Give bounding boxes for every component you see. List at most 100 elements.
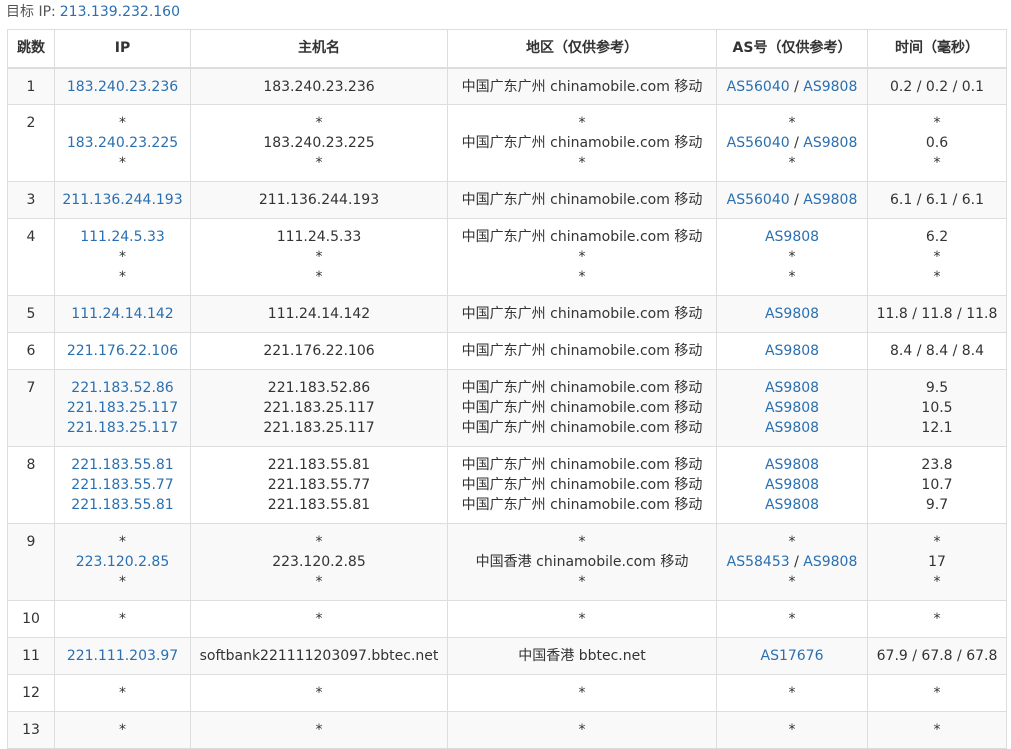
asn-link[interactable]: AS56040 — [727, 79, 790, 95]
region-text: * — [578, 249, 586, 265]
region-cell: 中国广东广州 chinamobile.com 移动 — [447, 67, 717, 105]
ip-link[interactable]: 221.183.55.81 — [55, 495, 190, 515]
asn-empty: * — [788, 155, 796, 171]
asn-link[interactable]: AS17676 — [761, 648, 824, 664]
ip-link[interactable]: 111.24.5.33 — [55, 227, 190, 247]
asn-link[interactable]: AS9808 — [803, 192, 857, 208]
time-cell: 23.8 10.7 9.7 — [867, 446, 1007, 524]
asn-line: AS56040 / AS9808 — [717, 77, 867, 97]
asn-line: * — [717, 532, 867, 552]
ip-link[interactable]: 221.111.203.97 — [55, 646, 190, 666]
asn-link[interactable]: AS9808 — [765, 306, 819, 322]
region-cell: 中国广东广州 chinamobile.com 移动 中国广东广州 chinamob… — [447, 369, 717, 447]
ip-link[interactable]: 221.183.25.117 — [55, 418, 190, 438]
asn-link[interactable]: AS9808 — [765, 229, 819, 245]
column-header-hostname: 主机名 — [190, 29, 448, 69]
time-value: 6.2 — [925, 229, 949, 245]
time-value: * — [933, 115, 941, 131]
ip-link[interactable]: 111.24.14.142 — [55, 304, 190, 324]
asn-line: AS9808 — [717, 341, 867, 361]
ip-link: * — [119, 611, 126, 627]
ip-link[interactable]: 183.240.23.236 — [55, 77, 190, 97]
region-text: 中国广东广州 chinamobile.com 移动 — [461, 380, 703, 396]
asn-link[interactable]: AS9808 — [803, 79, 857, 95]
ip-link[interactable]: 221.183.25.117 — [55, 398, 190, 418]
asn-line: * — [717, 683, 867, 703]
hop-number: 3 — [26, 192, 36, 208]
hostname-text: * — [315, 249, 323, 265]
region-cell: 中国广东广州 chinamobile.com 移动 — [447, 181, 717, 219]
column-header-time: 时间（毫秒） — [867, 29, 1007, 69]
asn-line: * — [717, 267, 867, 287]
ip-link[interactable]: 221.183.55.77 — [55, 475, 190, 495]
ip-link[interactable]: 221.183.52.86 — [55, 378, 190, 398]
ip-cell: 221.176.22.106 — [54, 332, 191, 370]
asn-link[interactable]: AS9808 — [765, 497, 819, 513]
hostname-text: * — [315, 685, 323, 701]
asn-line: AS9808 — [717, 455, 867, 475]
asn-link[interactable]: AS9808 — [765, 343, 819, 359]
asn-link[interactable]: AS9808 — [765, 380, 819, 396]
time-cell: * — [867, 674, 1007, 712]
asn-line: * — [717, 113, 867, 133]
asn-link[interactable]: AS9808 — [765, 457, 819, 473]
hostname-cell: 221.183.55.81 221.183.55.77 221.183.55.81 — [190, 446, 448, 524]
asn-line: AS9808 — [717, 398, 867, 418]
column-header-ip: IP — [54, 29, 191, 69]
asn-line: AS9808 — [717, 378, 867, 398]
region-cell: * — [447, 711, 717, 749]
ip-cell: 111.24.5.33 * * — [54, 218, 191, 296]
hostname-text: 221.183.52.86 — [267, 380, 371, 396]
asn-cell: AS9808 — [716, 332, 868, 370]
region-text: * — [578, 722, 586, 738]
target-ip-value[interactable]: 213.139.232.160 — [60, 4, 180, 20]
asn-link[interactable]: AS9808 — [765, 477, 819, 493]
hostname-cell: * — [190, 711, 448, 749]
time-value: * — [933, 611, 941, 627]
ip-link[interactable]: 221.183.55.81 — [55, 455, 190, 475]
table-row: 2 * 183.240.23.225 * * 183.240.23.225 * * 中国广东广州… — [7, 104, 1007, 182]
asn-link[interactable]: AS58453 — [727, 554, 790, 570]
hostname-text: * — [315, 155, 323, 171]
hop-cell: 11 — [7, 637, 55, 675]
column-header-asn: AS号（仅供参考） — [716, 29, 868, 69]
asn-link[interactable]: AS9808 — [803, 135, 857, 151]
asn-cell: * — [716, 711, 868, 749]
ip-link[interactable]: 183.240.23.225 — [55, 133, 190, 153]
ip-cell: 221.183.52.86 221.183.25.117 221.183.25.11… — [54, 369, 191, 447]
region-cell: * — [447, 600, 717, 638]
asn-line: AS58453 / AS9808 — [717, 552, 867, 572]
hostname-text: 221.183.55.77 — [267, 477, 371, 493]
table-row: 6 221.176.22.106 221.176.22.106 中国广东广州 chin… — [7, 332, 1007, 370]
hop-cell: 3 — [7, 181, 55, 219]
asn-link[interactable]: AS56040 — [727, 135, 790, 151]
ip-link[interactable]: 211.136.244.193 — [55, 190, 190, 210]
asn-link[interactable]: AS9808 — [765, 400, 819, 416]
region-text: 中国广东广州 chinamobile.com 移动 — [461, 400, 703, 416]
hop-cell: 4 — [7, 218, 55, 296]
hop-cell: 6 — [7, 332, 55, 370]
asn-separator: / — [789, 192, 804, 208]
region-cell: 中国广东广州 chinamobile.com 移动 * * — [447, 218, 717, 296]
asn-line: * — [717, 247, 867, 267]
ip-link[interactable]: 223.120.2.85 — [55, 552, 190, 572]
asn-link[interactable]: AS9808 — [765, 420, 819, 436]
hop-number: 2 — [26, 115, 36, 131]
asn-separator: / — [789, 135, 804, 151]
asn-cell: * AS58453 / AS9808 * — [716, 523, 868, 601]
asn-link[interactable]: AS9808 — [803, 554, 857, 570]
ip-link[interactable]: 221.176.22.106 — [55, 341, 190, 361]
asn-line: AS9808 — [717, 304, 867, 324]
region-text: 中国广东广州 chinamobile.com 移动 — [461, 229, 703, 245]
ip-link: * — [119, 574, 126, 590]
asn-cell: AS9808 — [716, 295, 868, 333]
hostname-text: 111.24.14.142 — [267, 306, 371, 322]
asn-link[interactable]: AS56040 — [727, 192, 790, 208]
time-cell: 6.1 / 6.1 / 6.1 — [867, 181, 1007, 219]
hostname-text: 183.240.23.236 — [263, 78, 375, 95]
column-header-hop: 跳数 — [7, 29, 55, 69]
time-value: * — [933, 574, 941, 590]
time-cell: 9.5 10.5 12.1 — [867, 369, 1007, 447]
time-cell: 6.2 * * — [867, 218, 1007, 296]
region-text: * — [578, 534, 586, 550]
